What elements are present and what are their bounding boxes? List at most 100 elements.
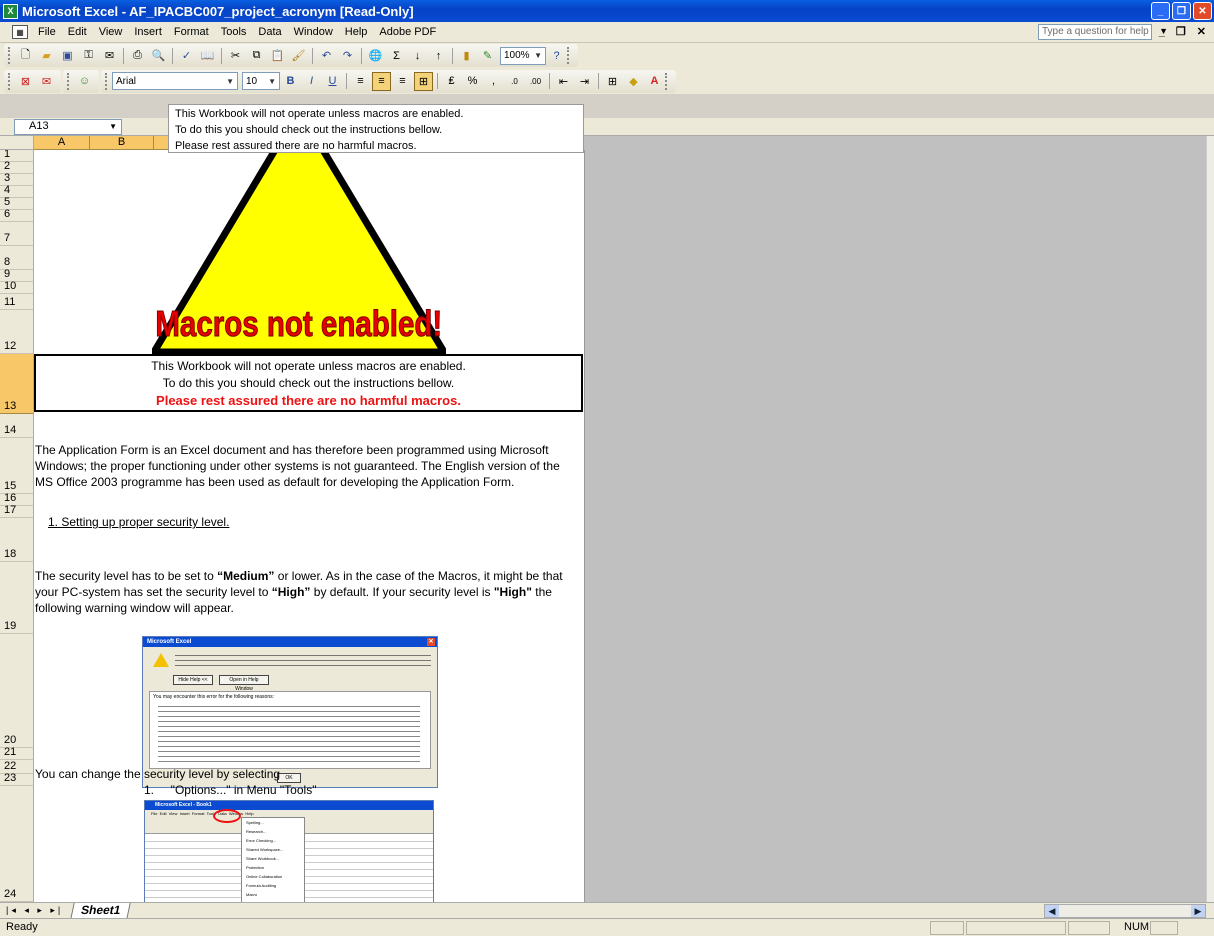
close-icon[interactable]: ✕ [1193, 2, 1212, 20]
cut-icon[interactable]: ✂ [226, 46, 245, 65]
paste-icon[interactable]: 📋 [268, 46, 287, 65]
research-icon[interactable]: 📖 [198, 46, 217, 65]
bold-icon[interactable]: B [281, 72, 300, 91]
borders-icon[interactable]: ⊞ [603, 72, 622, 91]
row-header[interactable]: 24 [0, 786, 34, 902]
scroll-right-icon[interactable]: ▶ [1191, 905, 1205, 917]
row-header[interactable]: 20 [0, 634, 34, 748]
row-header[interactable]: 14 [0, 414, 34, 438]
help-icon[interactable]: ? [547, 46, 566, 65]
toolbar-grip[interactable] [8, 72, 12, 90]
workbook-icon[interactable]: ▦ [12, 25, 28, 39]
name-box[interactable]: A13 ▼ [14, 119, 122, 135]
chevron-down-icon[interactable]: ▼ [109, 122, 117, 131]
scroll-left-icon[interactable]: ◀ [1045, 905, 1059, 917]
increase-decimal-icon[interactable]: .0 [505, 72, 524, 91]
autosum-icon[interactable]: Σ [387, 46, 406, 65]
row-header[interactable]: 10 [0, 280, 34, 294]
row-header[interactable]: 21 [0, 746, 34, 760]
format-painter-icon[interactable]: 🖌 [289, 46, 308, 65]
column-header-b[interactable]: B [90, 136, 154, 150]
toolbar-grip[interactable] [105, 72, 109, 90]
font-color-icon[interactable]: A [645, 72, 664, 91]
open-icon[interactable]: ▰ [37, 46, 56, 65]
row-header[interactable]: 12 [0, 310, 34, 354]
toolbar-options-grip[interactable] [567, 47, 571, 64]
chart-wizard-icon[interactable]: ▮ [457, 46, 476, 65]
drawing-icon[interactable]: ✎ [478, 46, 497, 65]
row-header[interactable]: 8 [0, 246, 34, 270]
row-header[interactable]: 23 [0, 772, 34, 786]
menu-help[interactable]: Help [339, 26, 374, 38]
pdf-email-icon[interactable]: ✉ [37, 72, 56, 91]
print-icon[interactable]: ⎙ [128, 46, 147, 65]
align-center-icon[interactable]: ≡ [372, 71, 391, 91]
warning-message-box[interactable]: This Workbook will not operate unless ma… [34, 354, 583, 412]
minimize-icon[interactable]: _ [1151, 2, 1170, 20]
column-header-a[interactable]: A [34, 136, 90, 150]
formula-input[interactable]: This Workbook will not operate unless ma… [168, 104, 584, 153]
font-name-select[interactable]: Arial ▼ [112, 72, 238, 90]
undo-icon[interactable]: ↶ [317, 46, 336, 65]
toolbar-grip[interactable] [67, 72, 71, 90]
sheet-tab-sheet1[interactable]: Sheet1 [70, 902, 132, 919]
email-icon[interactable]: ✉ [100, 46, 119, 65]
menu-view[interactable]: View [93, 26, 129, 38]
select-all-corner[interactable] [0, 136, 34, 150]
row-header[interactable]: 19 [0, 562, 34, 634]
tab-navigation-icons[interactable]: |◂ ◂ ▸ ▸| [0, 905, 72, 916]
row-header[interactable]: 18 [0, 518, 34, 562]
row-header[interactable]: 7 [0, 222, 34, 246]
row-header[interactable]: 17 [0, 504, 34, 518]
increase-indent-icon[interactable]: ⇥ [575, 72, 594, 91]
sort-descending-icon[interactable]: ↑ [429, 46, 448, 65]
italic-icon[interactable]: I [302, 72, 321, 91]
decrease-indent-icon[interactable]: ⇤ [554, 72, 573, 91]
menu-edit[interactable]: Edit [62, 26, 93, 38]
toolbar-grip[interactable] [8, 47, 12, 64]
merge-center-icon[interactable]: ⊞ [414, 71, 433, 91]
excel-app-icon[interactable]: X [3, 3, 18, 19]
menu-tools[interactable]: Tools [215, 26, 253, 38]
underline-icon[interactable]: U [323, 72, 342, 91]
menu-adobe-pdf[interactable]: Adobe PDF [373, 26, 442, 38]
row-header[interactable]: 11 [0, 294, 34, 310]
menu-format[interactable]: Format [168, 26, 215, 38]
comma-style-icon[interactable]: , [484, 72, 503, 91]
align-left-icon[interactable]: ≡ [351, 72, 370, 91]
review-icon[interactable]: ☺ [75, 72, 94, 91]
align-right-icon[interactable]: ≡ [393, 72, 412, 91]
spelling-icon[interactable]: ✓ [177, 46, 196, 65]
menu-window[interactable]: Window [288, 26, 339, 38]
percent-icon[interactable]: % [463, 72, 482, 91]
font-size-select[interactable]: 10 ▼ [242, 72, 280, 90]
hyperlink-icon[interactable]: 🌐 [366, 46, 385, 65]
sort-ascending-icon[interactable]: ↓ [408, 46, 427, 65]
currency-icon[interactable]: ₤ [442, 72, 461, 91]
workbook-window-controls[interactable]: _ ❐ ✕ [1159, 25, 1210, 38]
restore-icon[interactable]: ❐ [1172, 2, 1191, 20]
new-icon[interactable]: 🗋 [16, 46, 35, 65]
standard-toolbar: 🗋 ▰ ▣ ⚿ ✉ ⎙ 🔍 ✓ 📖 ✂ ⧉ 📋 🖌 ↶ ↷ 🌐 Σ ↓ ↑ ▮ … [0, 43, 1214, 68]
print-preview-icon[interactable]: 🔍 [149, 46, 168, 65]
toolbar-separator [361, 47, 362, 64]
fill-color-icon[interactable]: ◆ [624, 72, 643, 91]
row-header-selected[interactable]: 13 [0, 354, 34, 414]
permission-icon[interactable]: ⚿ [79, 46, 98, 65]
vertical-scrollbar[interactable] [1206, 136, 1214, 902]
cell-grid[interactable]: Macros not enabled! This Workbook will n… [34, 150, 585, 902]
row-header[interactable]: 15 [0, 438, 34, 494]
decrease-decimal-icon[interactable]: .00 [526, 72, 545, 91]
menu-insert[interactable]: Insert [128, 26, 168, 38]
menu-data[interactable]: Data [252, 26, 287, 38]
help-search-input[interactable]: Type a question for help [1038, 24, 1152, 40]
horizontal-scrollbar[interactable]: ◀ ▶ [1044, 904, 1206, 918]
menu-file[interactable]: File [32, 26, 62, 38]
redo-icon[interactable]: ↷ [338, 46, 357, 65]
toolbar-options-grip[interactable] [665, 72, 669, 90]
row-header[interactable]: 6 [0, 208, 34, 222]
copy-icon[interactable]: ⧉ [247, 46, 266, 65]
save-icon[interactable]: ▣ [58, 46, 77, 65]
zoom-select[interactable]: 100% ▼ [500, 46, 546, 65]
pdf-convert-icon[interactable]: ⊠ [16, 72, 35, 91]
